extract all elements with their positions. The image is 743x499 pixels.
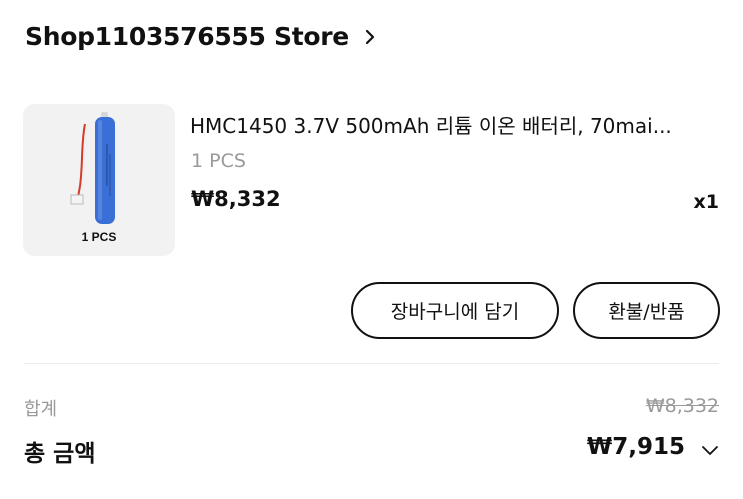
product-variant: 1 PCS	[191, 150, 246, 172]
thumbnail-caption: 1 PCS	[81, 230, 117, 244]
product-quantity: x1	[693, 191, 719, 213]
product-thumbnail[interactable]: 1 PCS	[23, 104, 175, 256]
total-expand-toggle[interactable]: ₩7,915	[587, 434, 719, 460]
chevron-right-icon	[363, 29, 377, 45]
divider	[24, 363, 719, 364]
chevron-down-icon	[701, 441, 719, 455]
refund-return-button[interactable]: 환불/반품	[573, 282, 720, 339]
product-price: ₩8,332	[191, 187, 281, 211]
subtotal-value: ₩8,332	[645, 395, 719, 417]
product-title[interactable]: HMC1450 3.7V 500mAh 리튬 이온 배터리, 70mai...	[190, 110, 710, 139]
store-name: Shop1103576555 Store	[25, 22, 349, 51]
total-label: 총 금액	[24, 441, 96, 467]
add-to-cart-button[interactable]: 장바구니에 담기	[351, 282, 559, 339]
total-value: ₩7,915	[586, 434, 685, 460]
store-link[interactable]: Shop1103576555 Store	[25, 22, 377, 51]
subtotal-label: 합계	[24, 399, 58, 420]
